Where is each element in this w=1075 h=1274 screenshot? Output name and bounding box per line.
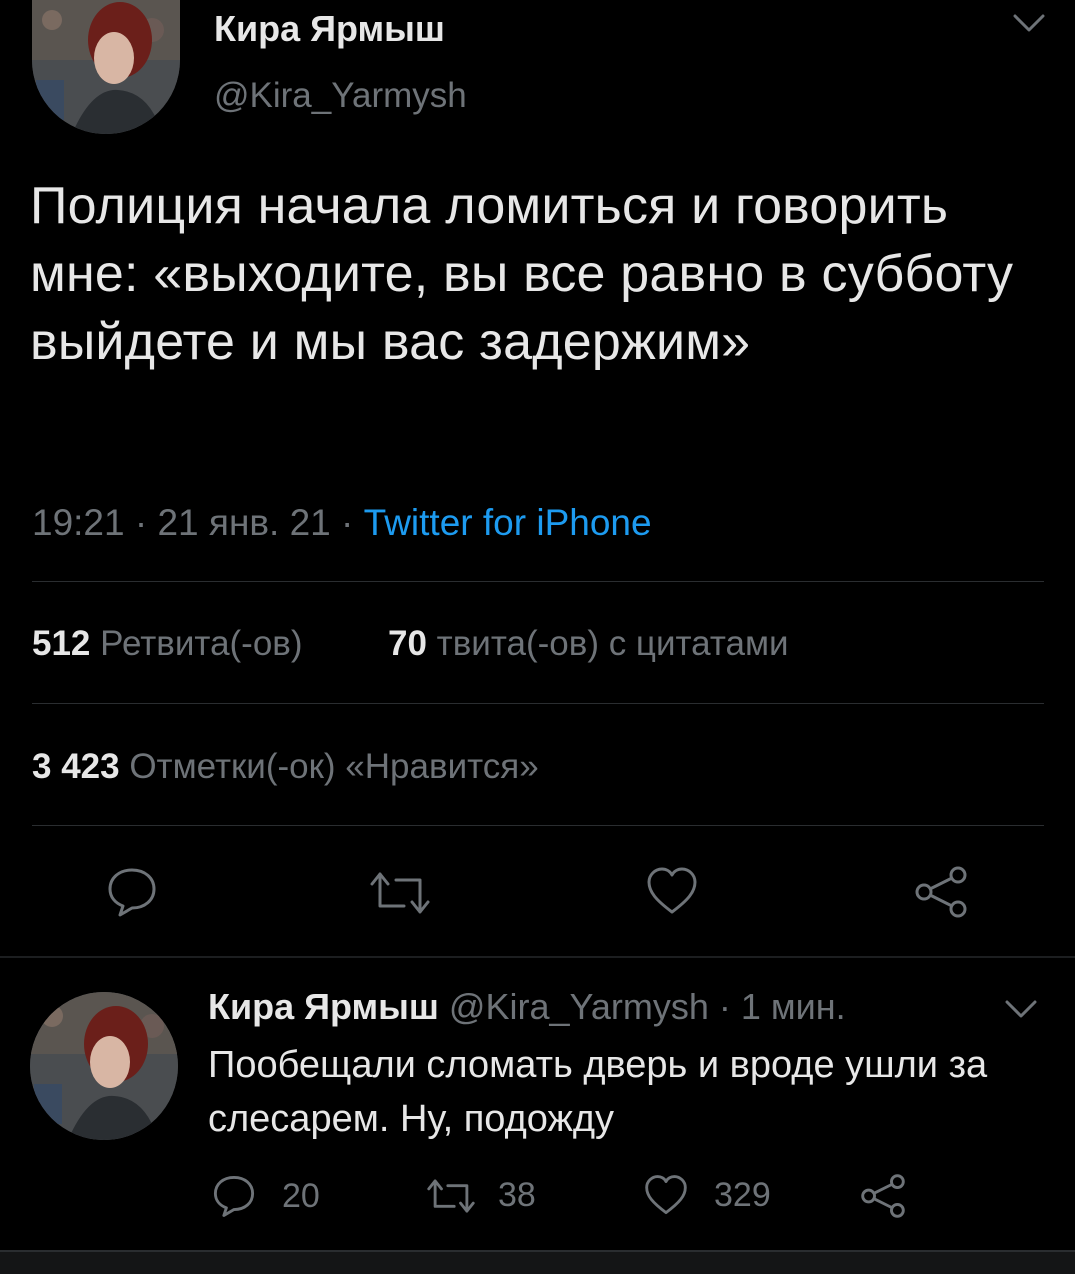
tweet-source-link[interactable]: Twitter for iPhone <box>364 502 652 543</box>
meta-sep: · <box>330 502 364 543</box>
avatar-photo <box>30 992 178 1140</box>
likes-stat[interactable]: 3 423 Отметки(-ок) «Нравится» <box>32 747 539 787</box>
chevron-down-icon[interactable] <box>1012 12 1046 39</box>
chevron-down-icon[interactable] <box>1004 998 1038 1025</box>
divider <box>32 581 1044 582</box>
retweet-icon <box>427 1178 475 1213</box>
retweet-icon[interactable] <box>366 870 434 916</box>
reply-share-action[interactable] <box>860 1174 906 1218</box>
bottom-bar <box>0 1250 1075 1274</box>
tweet-time: 19:21 <box>32 502 125 543</box>
share-icon <box>861 1174 905 1218</box>
heart-icon <box>645 1175 687 1215</box>
author-name[interactable]: Кира Ярмыш <box>214 8 445 50</box>
tweet-separator <box>0 956 1075 958</box>
retweets-label: Ретвита(-ов) <box>100 624 303 663</box>
likes-count: 3 423 <box>32 747 120 786</box>
quotes-label: твита(-ов) с цитатами <box>436 624 789 663</box>
share-icon[interactable] <box>914 866 968 918</box>
author-handle[interactable]: @Kira_Yarmysh <box>214 76 467 116</box>
divider <box>32 703 1044 704</box>
reply-header: Кира Ярмыш @Kira_Yarmysh · 1 мин. <box>208 986 846 1028</box>
comment-icon <box>213 1175 255 1217</box>
reply-like-action[interactable]: 329 <box>644 1174 771 1216</box>
meta-sep: · <box>124 502 158 543</box>
retweets-count: 512 <box>32 624 91 663</box>
author-avatar[interactable] <box>32 0 180 134</box>
tweet-meta: 19:21 · 21 янв. 21 · Twitter for iPhone <box>32 502 652 544</box>
reply-comment-action[interactable]: 20 <box>212 1174 320 1218</box>
retweets-stat[interactable]: 512 Ретвита(-ов) <box>32 624 303 664</box>
reply-retweet-action[interactable]: 38 <box>424 1176 536 1215</box>
quotes-count: 70 <box>388 624 427 663</box>
quotes-stat[interactable]: 70 твита(-ов) с цитатами <box>388 624 789 664</box>
divider <box>32 825 1044 826</box>
reply-retweet-count: 38 <box>498 1176 536 1214</box>
reply-time: · 1 мин. <box>718 986 846 1027</box>
likes-label: Отметки(-ок) «Нравится» <box>129 747 539 786</box>
reply-author-name[interactable]: Кира Ярмыш <box>208 986 439 1027</box>
reply-author-handle[interactable]: @Kira_Yarmysh <box>449 986 709 1027</box>
reply-like-count: 329 <box>714 1175 771 1214</box>
reply-author-avatar[interactable] <box>30 992 178 1140</box>
reply-comment-count: 20 <box>282 1176 320 1215</box>
reply-text: Пообещали сломать дверь и вроде ушли за … <box>208 1044 988 1140</box>
heart-icon[interactable] <box>646 866 698 916</box>
avatar-photo <box>32 0 180 134</box>
tweet-date: 21 янв. 21 <box>157 502 331 543</box>
tweet-text: Полиция начала ломиться и говорить мне: … <box>30 177 1014 371</box>
comment-icon[interactable] <box>106 866 158 918</box>
